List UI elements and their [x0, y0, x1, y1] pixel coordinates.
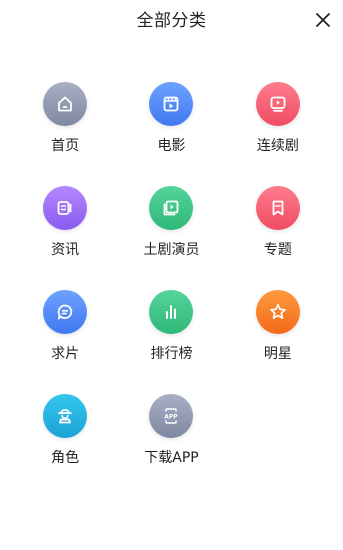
page-title: 全部分类: [136, 11, 207, 31]
category-label: 专题: [263, 242, 292, 258]
playlist-icon: [164, 200, 179, 216]
category-label: 明星: [263, 346, 292, 362]
film-icon: [164, 96, 179, 112]
category-movie[interactable]: 电影: [118, 82, 224, 156]
category-label: 土剧演员: [143, 242, 200, 258]
category-ranking[interactable]: 排行榜: [118, 290, 224, 364]
close-icon: [316, 13, 330, 27]
category-icon-badge: APP: [149, 394, 194, 438]
category-label: 下载APP: [144, 450, 199, 466]
app-icon: APP: [165, 408, 179, 424]
category-label: 电影: [157, 138, 186, 154]
category-icon-badge: [43, 186, 88, 230]
star-icon: [269, 303, 286, 319]
category-grid: 首页 电影 连续剧 资讯 土剧演员 专题 求片 排行榜 明星 角色 APP 下载…: [12, 82, 331, 468]
category-label: 资讯: [51, 242, 80, 258]
bookmark-icon: [272, 200, 284, 216]
category-icon-badge: [43, 394, 88, 438]
category-news[interactable]: 资讯: [12, 186, 118, 260]
svg-text:APP: APP: [165, 413, 179, 420]
category-label: 角色: [51, 450, 80, 466]
category-actors[interactable]: 土剧演员: [118, 186, 224, 260]
home-icon: [58, 96, 73, 112]
category-label: 首页: [51, 138, 80, 154]
category-icon-badge: [149, 290, 194, 334]
character-icon: [58, 408, 73, 424]
news-video-icon: [57, 201, 72, 215]
category-icon-badge: [149, 82, 194, 126]
close-button[interactable]: [309, 6, 337, 34]
category-icon-badge: [43, 290, 88, 334]
category-stars[interactable]: 明星: [225, 290, 331, 364]
category-icon-badge: [149, 186, 194, 230]
category-label: 排行榜: [150, 346, 193, 362]
category-icon-badge: [255, 82, 300, 126]
bar-chart-icon: [166, 305, 177, 319]
tv-icon: [270, 96, 286, 112]
category-request[interactable]: 求片: [12, 290, 118, 364]
category-download-app[interactable]: APP 下载APP: [118, 394, 224, 468]
category-topics[interactable]: 专题: [225, 186, 331, 260]
category-roles[interactable]: 角色: [12, 394, 118, 468]
category-series[interactable]: 连续剧: [225, 82, 331, 156]
category-icon-badge: [255, 186, 300, 230]
chat-icon: [57, 304, 73, 320]
header: 全部分类: [0, 0, 343, 44]
category-home[interactable]: 首页: [12, 82, 118, 156]
category-icon-badge: [255, 290, 300, 334]
category-icon-badge: [43, 82, 88, 126]
category-label: 连续剧: [256, 138, 299, 154]
category-label: 求片: [51, 346, 80, 362]
